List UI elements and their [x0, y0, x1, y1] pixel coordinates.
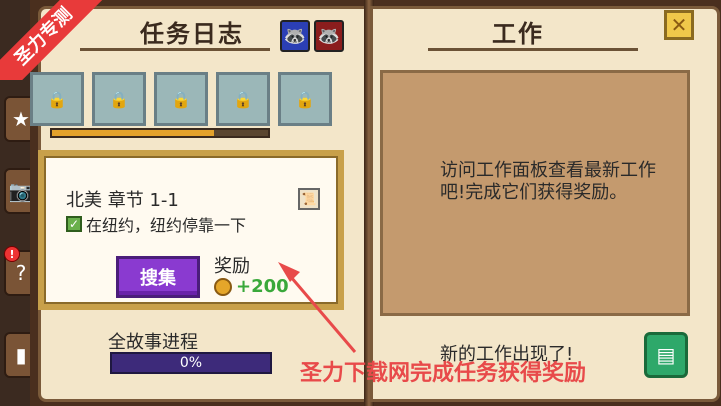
lock-icon: 🔒 — [47, 89, 67, 109]
quest-task: ✓ 在纽约，纽约停靠一下 — [66, 212, 246, 236]
work-message: 访问工作面板查看最新工作吧!完成它们获得奖励。 — [440, 160, 656, 203]
board-icon: ▤ — [656, 343, 676, 367]
lock-icon: 🔒 — [233, 89, 253, 109]
corner-watermark: 圣力专测 — [0, 0, 110, 80]
close-icon: ✕ — [670, 13, 688, 37]
lock-icon: 🔒 — [109, 89, 129, 109]
close-button[interactable]: ✕ — [664, 10, 694, 40]
story-progress-label: 全故事进程 — [108, 332, 198, 353]
coin-icon — [214, 277, 232, 296]
checkbox-icon: ✓ — [66, 216, 82, 232]
quest-task-text: 在纽约，纽约停靠一下 — [86, 216, 247, 235]
locked-map-cell[interactable]: 🔒 — [154, 72, 208, 126]
open-work-board-button[interactable]: ▤ — [644, 332, 688, 378]
locked-map-cell[interactable]: 🔒 — [92, 72, 146, 126]
quest-title: 北美 章节 1-1 — [66, 190, 179, 211]
collect-button[interactable]: 搜集 — [116, 256, 200, 298]
quest-log-title: 任务日志 — [140, 20, 244, 48]
red-raccoon-portrait[interactable]: 🦝 — [314, 20, 344, 52]
game-screen: ★ 📷 !? ▮ 任务日志 🦝 🦝 🔒 🔒 🔒 🔒 🔒 北美 章节 1-1 📜 … — [0, 0, 721, 406]
map-chapter-strip: 🔒 🔒 🔒 🔒 🔒 — [28, 72, 338, 134]
lock-icon: 🔒 — [171, 89, 191, 109]
scroll-icon[interactable]: 📜 — [298, 188, 320, 210]
quest-card: 北美 章节 1-1 📜 ✓ 在纽约，纽约停靠一下 搜集 奖励 +200 — [38, 150, 344, 310]
corner-watermark-text: 圣力专测 — [0, 0, 110, 80]
locked-map-cell[interactable]: 🔒 — [216, 72, 270, 126]
lock-icon: 🔒 — [295, 89, 315, 109]
bar-chart-icon: ▮ — [15, 343, 27, 367]
reward-value: +200 — [236, 276, 289, 297]
reward-label: 奖励 — [214, 256, 250, 277]
locked-map-cell[interactable]: 🔒 — [30, 72, 84, 126]
reward: +200 — [214, 276, 289, 297]
alert-icon: ! — [4, 246, 20, 262]
work-title-underline — [428, 48, 638, 51]
watermark-caption: 圣力下载网完成任务获得奖励 — [300, 361, 587, 386]
help-icon: ? — [15, 261, 27, 285]
locked-map-cell[interactable]: 🔒 — [278, 72, 332, 126]
map-scroll-bar[interactable] — [50, 128, 270, 138]
blue-raccoon-portrait[interactable]: 🦝 — [280, 20, 310, 52]
story-progress-bar: 0% — [110, 352, 272, 374]
map-scroll-fill — [52, 130, 214, 136]
work-title: 工作 — [492, 20, 544, 48]
